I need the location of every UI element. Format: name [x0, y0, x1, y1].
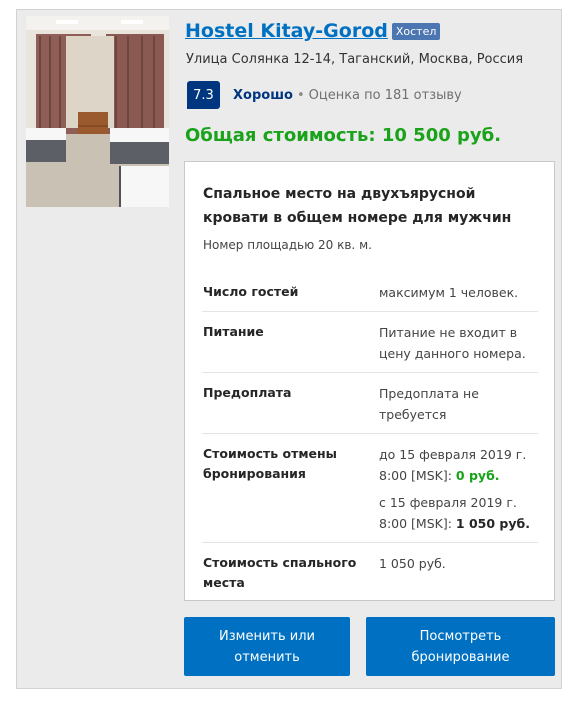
room-area: Номер площадью 20 кв. м.: [203, 238, 372, 252]
booking-card: Hostel Kitay-Gorod Хостел Улица Солянка 1…: [16, 9, 562, 689]
cancel-period-1-price: 0 руб.: [455, 468, 500, 483]
row-value: 1 050 руб.: [379, 556, 446, 571]
row-label: Стоимость отмены бронирования: [203, 446, 337, 481]
row-value: до 15 февраля 2019 г. 8:00 [MSK]: 0 руб.…: [379, 444, 538, 534]
room-photo-image: [26, 16, 169, 207]
hotel-title-row: Hostel Kitay-Gorod Хостел: [185, 20, 441, 42]
table-row-guests: Число гостей максимум 1 человек.: [202, 272, 538, 312]
table-row-prepayment: Предоплата Предоплата не требуется: [202, 373, 538, 434]
table-row-bed-price: Стоимость спального места 1 050 руб.: [202, 543, 538, 601]
cancel-period-1-text: до 15 февраля 2019 г. 8:00 [MSK]:: [379, 447, 527, 483]
row-label: Питание: [203, 324, 264, 339]
row-label: Число гостей: [203, 284, 299, 299]
property-type-badge: Хостел: [391, 22, 441, 40]
room-details-box: Спальное место на двухъярусной кровати в…: [184, 161, 555, 601]
row-value: Предоплата не требуется: [379, 386, 479, 422]
total-price: Общая стоимость: 10 500 руб.: [185, 125, 502, 146]
cancel-period-2: с 15 февраля 2019 г. 8:00 [MSK]: 1 050 р…: [379, 492, 538, 534]
row-value: Питание не входит в цену данного номера.: [379, 325, 526, 361]
review-score-badge: 7.3: [187, 81, 220, 109]
room-title: Спальное место на двухъярусной кровати в…: [203, 186, 512, 226]
edit-cancel-button[interactable]: Изменить или отменить: [184, 617, 350, 676]
row-value: максимум 1 человек.: [379, 285, 519, 300]
cancel-period-1: до 15 февраля 2019 г. 8:00 [MSK]: 0 руб.: [379, 444, 538, 486]
review-score-word: Хорошо: [233, 87, 293, 103]
room-conditions-table: Число гостей максимум 1 человек. Питание…: [202, 272, 538, 601]
rating-row: 7.3 Хорошо • Оценка по 181 отзыву: [187, 81, 462, 109]
bullet-separator: •: [296, 87, 305, 103]
row-label: Стоимость спального места: [203, 555, 357, 590]
review-count: Оценка по 181 отзыву: [308, 87, 462, 103]
row-label: Предоплата: [203, 385, 292, 400]
hotel-name-link[interactable]: Hostel Kitay-Gorod: [185, 20, 388, 42]
table-row-meals: Питание Питание не входит в цену данного…: [202, 312, 538, 373]
cancel-period-2-price: 1 050 руб.: [455, 516, 530, 531]
room-photo[interactable]: [26, 16, 169, 207]
table-row-cancellation: Стоимость отмены бронирования до 15 февр…: [202, 434, 538, 543]
view-booking-button[interactable]: Посмотреть бронирование: [366, 617, 555, 676]
hotel-address: Улица Солянка 12-14, Таганский, Москва, …: [186, 52, 524, 67]
